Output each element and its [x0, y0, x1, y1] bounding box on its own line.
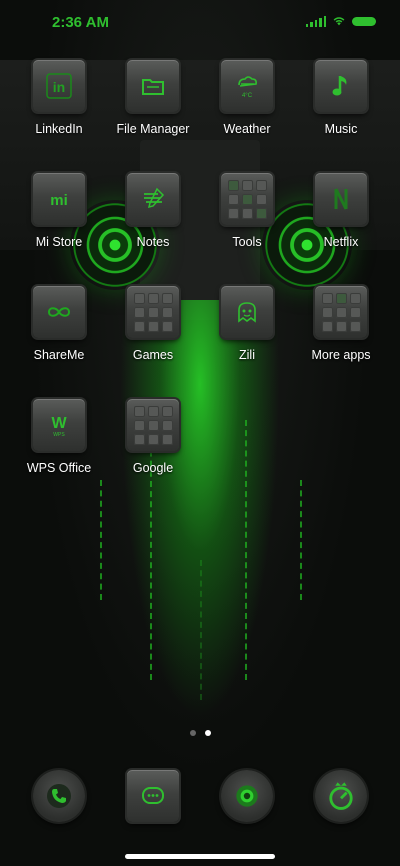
app-games-folder[interactable]: Games — [106, 284, 200, 397]
app-label: File Manager — [116, 122, 190, 136]
app-label: Tools — [232, 235, 262, 249]
weather-icon: 4°C — [221, 60, 273, 112]
app-notes[interactable]: Notes — [106, 171, 200, 284]
svg-text:W: W — [51, 415, 67, 432]
app-netflix[interactable]: Netflix — [294, 171, 388, 284]
folder-icon — [127, 60, 179, 112]
wifi-icon — [333, 17, 345, 26]
linkedin-icon: in — [33, 60, 85, 112]
zili-icon — [221, 286, 273, 338]
app-label: ShareMe — [33, 348, 85, 362]
page-dot[interactable] — [189, 730, 196, 736]
app-mi-store[interactable]: mi Mi Store — [12, 171, 106, 284]
tools-icon — [221, 173, 273, 225]
dock — [0, 768, 400, 824]
notes-icon — [127, 173, 179, 225]
page-indicator — [0, 730, 400, 736]
infinity-icon — [33, 286, 85, 338]
app-label: More apps — [311, 348, 371, 362]
mi-icon: mi — [33, 173, 85, 225]
clock: 2:36 AM — [52, 14, 109, 31]
music-note-icon — [315, 60, 367, 112]
app-grid: in LinkedIn File Manager 4°C Weather Mus… — [0, 58, 400, 510]
security-icon[interactable] — [315, 770, 367, 822]
app-label: Zili — [239, 348, 255, 362]
google-folder-icon — [127, 399, 179, 451]
app-label: Mi Store — [35, 235, 83, 249]
battery-icon — [352, 16, 376, 26]
netflix-icon — [315, 173, 367, 225]
more-apps-folder-icon — [315, 286, 367, 338]
app-file-manager[interactable]: File Manager — [106, 58, 200, 171]
svg-text:in: in — [53, 79, 65, 95]
app-linkedin[interactable]: in LinkedIn — [12, 58, 106, 171]
app-label: Weather — [223, 122, 271, 136]
svg-text:4°C: 4°C — [242, 93, 253, 99]
app-wps-office[interactable]: W WPS WPS Office — [12, 397, 106, 510]
app-label: WPS Office — [26, 461, 92, 475]
app-google-folder[interactable]: Google — [106, 397, 200, 510]
app-label: Music — [324, 122, 358, 136]
app-label: Netflix — [323, 235, 359, 249]
app-label: LinkedIn — [35, 122, 83, 136]
app-music[interactable]: Music — [294, 58, 388, 171]
app-label: Notes — [136, 235, 170, 249]
cellular-signal-icon — [305, 15, 326, 27]
svg-text:WPS: WPS — [53, 432, 65, 438]
app-shareme[interactable]: ShareMe — [12, 284, 106, 397]
app-label: Games — [132, 348, 174, 362]
status-bar: 2:36 AM — [0, 0, 400, 44]
app-label: Google — [132, 461, 174, 475]
wps-icon: W WPS — [33, 399, 85, 451]
games-folder-icon — [127, 286, 179, 338]
messages-icon[interactable] — [127, 770, 179, 822]
app-weather[interactable]: 4°C Weather — [200, 58, 294, 171]
phone-icon[interactable] — [33, 770, 85, 822]
svg-text:mi: mi — [50, 192, 68, 209]
page-dot-active[interactable] — [204, 730, 211, 736]
app-zili[interactable]: Zili — [200, 284, 294, 397]
camera-icon[interactable] — [221, 770, 273, 822]
home-indicator[interactable] — [125, 854, 275, 859]
app-tools-folder[interactable]: Tools — [200, 171, 294, 284]
app-more-apps-folder[interactable]: More apps — [294, 284, 388, 397]
